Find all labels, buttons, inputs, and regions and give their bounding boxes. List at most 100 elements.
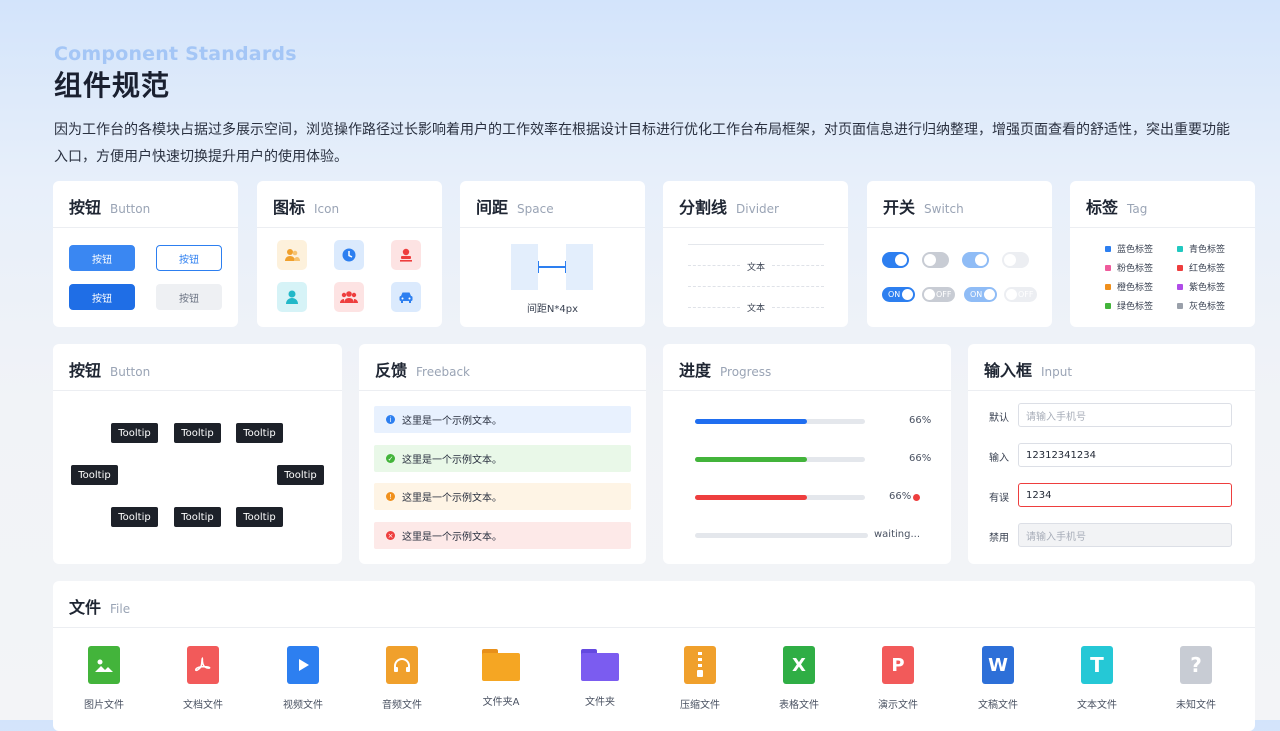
icon-card: 图标 Icon <box>257 181 442 327</box>
page-title: 组件规范 <box>54 69 171 102</box>
error-icon <box>913 494 920 501</box>
card-title: 进度 <box>679 361 712 380</box>
switch-off-label: OFF <box>1018 290 1034 299</box>
text-file-icon: T <box>1081 646 1113 684</box>
space-block-right <box>566 244 593 290</box>
switch-off-disabled[interactable] <box>1002 252 1029 268</box>
stamp-icon <box>391 240 421 270</box>
primary-active-button[interactable]: 按钮 <box>69 284 135 310</box>
tooltip-top-left: Tooltip <box>111 423 158 443</box>
file-label: 音频文件 <box>382 700 422 711</box>
tooltip-left: Tooltip <box>71 465 118 485</box>
tag-gray: 灰色标签 <box>1177 299 1225 312</box>
switch-on-labeled-disabled[interactable]: ON <box>964 287 997 302</box>
input-placeholder: 请输入手机号 <box>1026 411 1086 423</box>
info-icon: i <box>386 415 395 424</box>
clock-icon <box>334 240 364 270</box>
outline-button[interactable]: 按钮 <box>156 245 222 271</box>
alert-text: 这里是一个示例文本。 <box>402 532 502 543</box>
primary-button[interactable]: 按钮 <box>69 245 135 271</box>
alert-text: 这里是一个示例文本。 <box>402 493 502 504</box>
card-subtitle: Icon <box>314 202 340 216</box>
file-item[interactable]: W 文稿文件 <box>953 646 1043 711</box>
file-item[interactable]: 文档文件 <box>158 646 248 711</box>
input-label: 有误 <box>989 493 1009 504</box>
file-label: 表格文件 <box>779 700 819 711</box>
progress-bar-waiting <box>695 533 868 538</box>
file-item[interactable]: P 演示文件 <box>853 646 943 711</box>
divider-line-left <box>688 307 740 308</box>
divider-solid <box>688 244 824 245</box>
divider-line-right <box>772 265 824 266</box>
phone-input-error[interactable]: 1234 <box>1018 483 1232 507</box>
file-label: 文稿文件 <box>978 700 1018 711</box>
file-item[interactable]: 文件夹A <box>456 646 546 708</box>
file-item[interactable]: 图片文件 <box>59 646 149 711</box>
card-title: 分割线 <box>679 198 728 217</box>
switch-off-labeled[interactable]: OFF <box>922 287 955 302</box>
card-subtitle: Progress <box>720 365 772 379</box>
card-subtitle: Button <box>110 365 151 379</box>
tag-orange: 橙色标签 <box>1105 280 1153 293</box>
switch-on[interactable] <box>882 252 909 268</box>
file-item[interactable]: T 文本文件 <box>1052 646 1142 711</box>
tooltip-bottom-left: Tooltip <box>111 507 158 527</box>
file-label: 压缩文件 <box>680 700 720 711</box>
switch-on-labeled[interactable]: ON <box>882 287 915 302</box>
button-card: 按钮 Button 按钮 按钮 按钮 按钮 <box>53 181 238 327</box>
tooltip-card: 按钮 Button Tooltip Tooltip Tooltip Tooltip… <box>53 344 342 564</box>
tag-purple: 紫色标签 <box>1177 280 1225 293</box>
progress-label: 66% <box>909 453 932 464</box>
file-label: 未知文件 <box>1176 700 1216 711</box>
progress-label: waiting... <box>874 529 921 540</box>
phone-input-default[interactable]: 请输入手机号 <box>1018 403 1232 427</box>
space-measure-cap-left <box>538 261 539 273</box>
excel-file-icon: X <box>783 646 815 684</box>
switch-on-label: ON <box>970 290 983 299</box>
file-item[interactable]: 文件夹 <box>555 646 645 708</box>
switch-off[interactable] <box>922 252 949 268</box>
page-description: 因为工作台的各模块占据过多展示空间，浏览操作路径过长影响着用户的工作效率在根据设… <box>54 122 1230 165</box>
card-title: 标签 <box>1086 198 1119 217</box>
user-icon <box>277 282 307 312</box>
alert-success: ✓ 这里是一个示例文本。 <box>374 445 631 472</box>
file-label: 文档文件 <box>183 700 223 711</box>
tooltip-top-right: Tooltip <box>236 423 283 443</box>
progress-fill <box>695 419 808 424</box>
error-icon: × <box>386 531 395 540</box>
file-item[interactable]: 视频文件 <box>258 646 348 711</box>
card-title: 开关 <box>883 198 916 217</box>
input-card: 输入框 Input 默认 请输入手机号 输入 12312341234 有误 123… <box>968 344 1255 564</box>
card-title: 文件 <box>69 598 102 617</box>
card-subtitle: File <box>110 602 131 616</box>
disabled-button[interactable]: 按钮 <box>156 284 222 310</box>
card-title: 反馈 <box>375 361 408 380</box>
tooltip-top: Tooltip <box>174 423 221 443</box>
tag-card: 标签 Tag 蓝色标签 青色标签 粉色标签 红色标签 橙色标签 紫色标签 绿色标签… <box>1070 181 1255 327</box>
file-item[interactable]: 压缩文件 <box>655 646 745 711</box>
divider-line-right <box>772 307 824 308</box>
tag-label: 蓝色标签 <box>1117 245 1154 255</box>
phone-input-disabled[interactable]: 请输入手机号 <box>1018 523 1232 547</box>
progress-card: 进度 Progress 66% 66% 66% waiting... <box>663 344 951 564</box>
tag-pink: 粉色标签 <box>1105 261 1153 274</box>
audio-file-icon <box>386 646 418 684</box>
users-icon <box>277 240 307 270</box>
tag-label: 橙色标签 <box>1117 283 1154 293</box>
file-item[interactable]: 音频文件 <box>357 646 447 711</box>
file-item[interactable]: X 表格文件 <box>754 646 844 711</box>
card-subtitle: Tag <box>1127 202 1148 216</box>
phone-input-filled[interactable]: 12312341234 <box>1018 443 1232 467</box>
switch-on-disabled[interactable] <box>962 252 989 268</box>
group-icon <box>334 282 364 312</box>
ppt-file-icon: P <box>882 646 914 684</box>
file-item[interactable]: ? 未知文件 <box>1151 646 1241 711</box>
input-value: 12312341234 <box>1026 449 1096 461</box>
file-glyph: T <box>1090 653 1104 677</box>
file-glyph: X <box>792 654 806 676</box>
input-value: 1234 <box>1026 489 1052 501</box>
space-measure-cap-right <box>565 261 566 273</box>
warning-icon: ! <box>386 492 395 501</box>
switch-off-labeled-disabled[interactable]: OFF <box>1004 287 1037 302</box>
file-label: 文件夹 <box>585 697 615 708</box>
